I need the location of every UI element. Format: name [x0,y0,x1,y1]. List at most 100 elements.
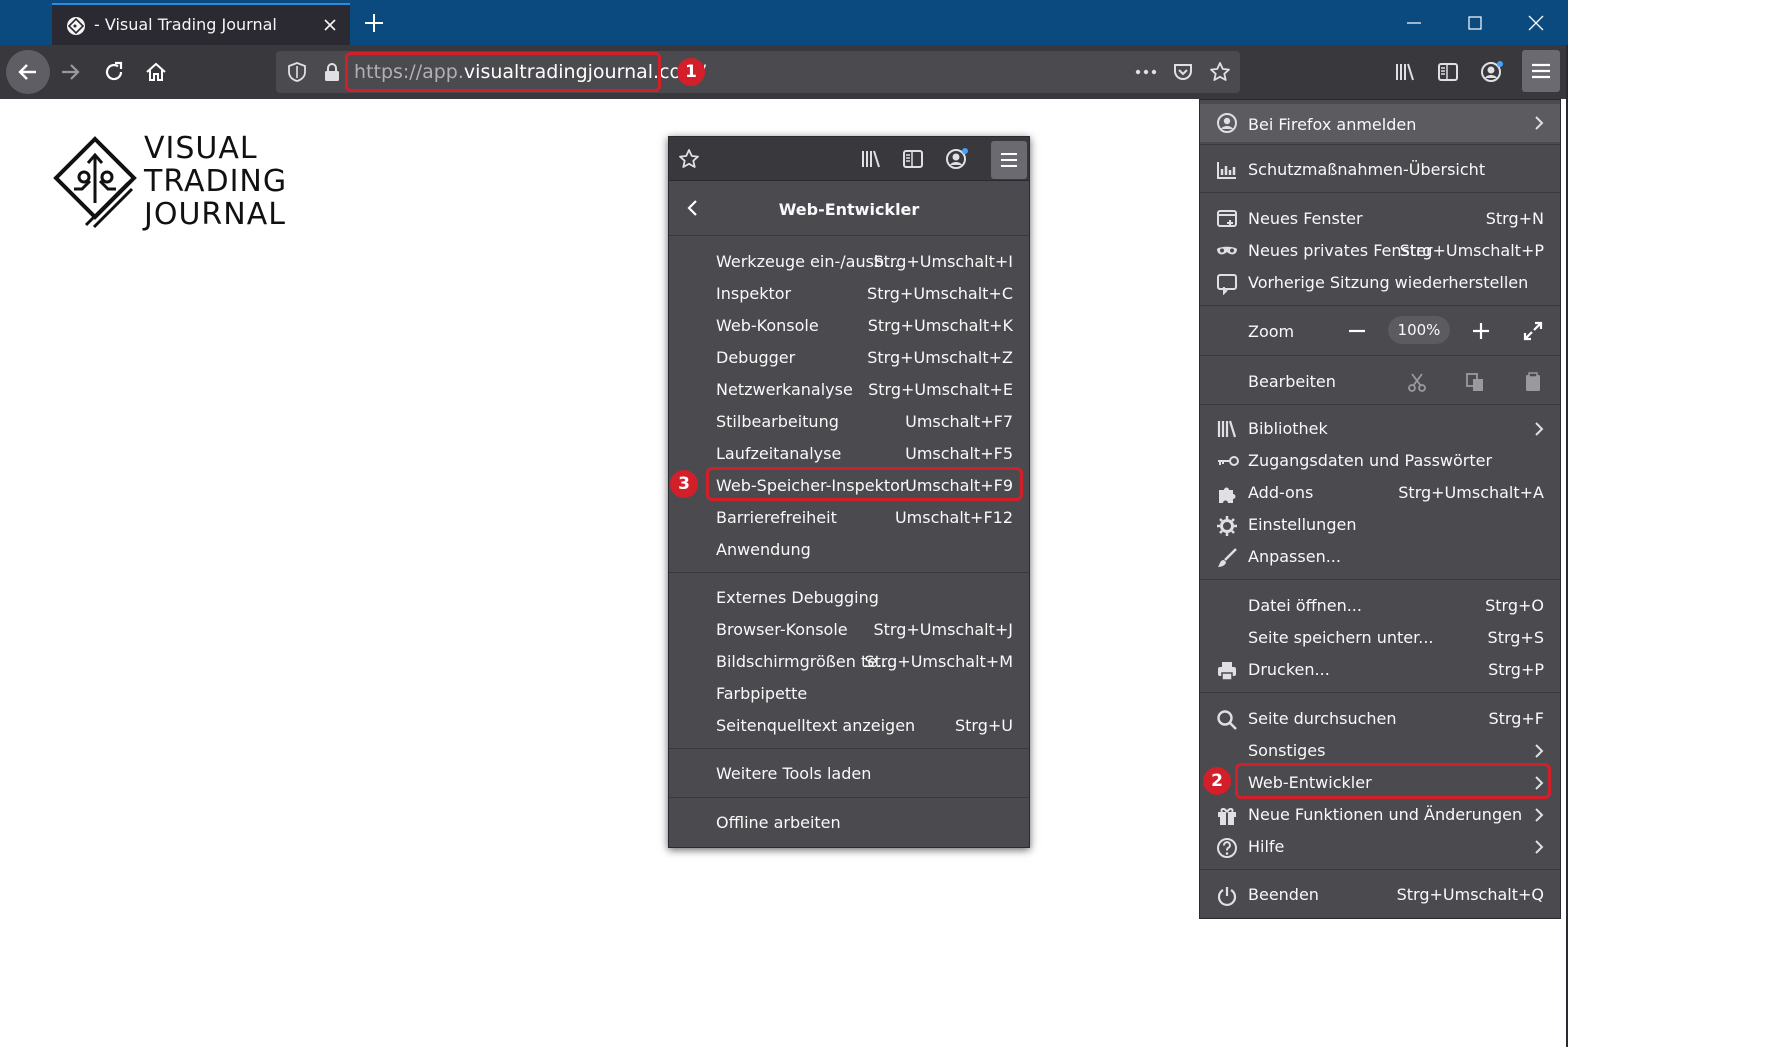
minimize-window-icon[interactable] [1404,13,1424,33]
home-button[interactable] [140,56,172,88]
dev-tool-item[interactable]: Anwendung [669,534,1029,566]
menu-item-label: Hilfe [1248,837,1285,856]
maximize-window-icon[interactable] [1465,13,1485,33]
dev-tool-item[interactable]: Barrierefreiheit Umschalt+F12 [669,502,1029,534]
separator [1200,579,1560,580]
library-icon[interactable] [859,147,883,171]
power-icon [1216,885,1238,907]
menu-item-logins[interactable]: Zugangsdaten und Passwörter [1200,445,1560,477]
pocket-icon[interactable] [1172,61,1194,83]
back-button[interactable] [6,50,50,94]
menu-item-shortcut: Umschalt+F7 [905,412,1013,431]
menu-item-protections[interactable]: Schutzmaßnahmen-Übersicht [1200,154,1560,186]
key-icon [1216,451,1240,471]
menu-item-new-window[interactable]: Neues Fenster Strg+N [1200,203,1560,235]
zoom-out-icon[interactable] [1346,320,1368,342]
menu-item-shortcut: Strg+Umschalt+E [868,380,1013,399]
separator [1200,869,1560,870]
protections-chart-icon [1216,160,1238,180]
menu-item-shortcut: Strg+F [1488,709,1545,728]
panel-header: Web-Entwickler [669,181,1029,235]
menu-item-library[interactable]: Bibliothek [1200,413,1560,445]
menu-item-restore-session[interactable]: Vorherige Sitzung wiederherstellen [1200,267,1560,299]
zoom-in-icon[interactable] [1470,320,1492,342]
menu-item-shortcut: Strg+Umschalt+Q [1396,885,1544,904]
hamburger-menu-icon [999,151,1019,169]
tab-title: - Visual Trading Journal [94,15,277,34]
menu-item-label: Drucken... [1248,660,1330,679]
chevron-right-icon [1532,807,1546,823]
chevron-right-icon [1532,839,1546,855]
tracking-protection-shield-icon[interactable] [286,61,308,83]
dev-tool-item[interactable]: Laufzeitanalyse Umschalt+F5 [669,438,1029,470]
puzzle-piece-icon [1216,483,1238,505]
library-icon[interactable] [1393,60,1417,84]
dev-tool-item[interactable]: Stilbearbeitung Umschalt+F7 [669,406,1029,438]
menu-item-new-private-window[interactable]: Neues privates Fenster Strg+Umschalt+P [1200,235,1560,267]
account-icon [1216,112,1238,134]
menu-item-whats-new[interactable]: Neue Funktionen und Änderungen [1200,799,1560,831]
close-window-icon[interactable] [1526,13,1546,33]
separator [669,797,1029,798]
restore-session-icon [1216,273,1238,295]
sidebar-icon[interactable] [901,147,925,171]
bookmark-star-icon[interactable] [677,147,701,171]
menu-item-print[interactable]: Drucken... Strg+P [1200,654,1560,686]
fullscreen-icon[interactable] [1522,320,1544,342]
zoom-reset-button[interactable]: 100% [1388,316,1450,344]
annotation-badge-1: 1 [677,58,705,86]
menu-item-settings[interactable]: Einstellungen [1200,509,1560,541]
menu-item-label: Farbpipette [716,684,808,703]
menu-item-shortcut: Strg+Umschalt+M [864,652,1013,671]
separator [669,748,1029,749]
dev-tool-extra-item[interactable]: Bildschirmgrößen te... Strg+Umschalt+M [669,646,1029,678]
dev-tool-item[interactable]: Inspektor Strg+Umschalt+C [669,278,1029,310]
url-highlight-box [345,52,661,92]
menu-item-work-offline[interactable]: Offline arbeiten [669,807,1029,839]
menu-item-save-page[interactable]: Seite speichern unter... Strg+S [1200,622,1560,654]
edit-label: Bearbeiten [1248,372,1336,391]
forward-button[interactable] [54,56,86,88]
menu-item-label: Laufzeitanalyse [716,444,842,463]
dev-tool-extra-item[interactable]: Farbpipette [669,678,1029,710]
firefox-account-icon[interactable] [944,146,970,172]
dev-tool-extra-item[interactable]: Externes Debugging [669,582,1029,614]
open-menu-button[interactable] [1522,50,1560,92]
dev-tool-item[interactable]: Web-Konsole Strg+Umschalt+K [669,310,1029,342]
panel-menu-button[interactable] [991,141,1027,179]
page-actions-icon[interactable] [1134,62,1158,82]
printer-icon [1216,660,1238,682]
menu-item-find[interactable]: Seite durchsuchen Strg+F [1200,703,1560,735]
paste-icon[interactable] [1522,371,1544,393]
reload-button[interactable] [98,56,130,88]
menu-item-shortcut: Strg+Umschalt+A [1398,483,1544,502]
menu-item-customize[interactable]: Anpassen... [1200,541,1560,573]
close-tab-icon[interactable] [322,17,338,33]
cut-icon[interactable] [1406,371,1428,393]
menu-item-label: Browser-Konsole [716,620,848,639]
zoom-row: Zoom 100% [1200,312,1560,350]
dev-tool-extra-item[interactable]: Seitenquelltext anzeigen Strg+U [669,710,1029,742]
dev-tool-item[interactable]: Debugger Strg+Umschalt+Z [669,342,1029,374]
dev-tool-extra-item[interactable]: Browser-Konsole Strg+Umschalt+J [669,614,1029,646]
browser-tab[interactable]: - Visual Trading Journal [52,3,350,45]
menu-item-quit[interactable]: Beenden Strg+Umschalt+Q [1200,879,1560,911]
lock-icon[interactable] [322,61,342,83]
bookmark-star-icon[interactable] [1208,60,1232,84]
chevron-right-icon [1532,421,1546,437]
dev-tool-item[interactable]: Werkzeuge ein-/ausb... Strg+Umschalt+I [669,246,1029,278]
menu-item-more-tools[interactable]: Weitere Tools laden [669,758,1029,790]
new-tab-icon[interactable] [362,11,386,35]
menu-item-addons[interactable]: Add-ons Strg+Umschalt+A [1200,477,1560,509]
menu-item-label: Anpassen... [1248,547,1341,566]
firefox-account-icon[interactable] [1479,59,1505,85]
copy-icon[interactable] [1464,371,1486,393]
dev-tool-item[interactable]: Netzwerkanalyse Strg+Umschalt+E [669,374,1029,406]
sidebar-icon[interactable] [1436,60,1460,84]
web-developer-highlight-box [1235,763,1551,799]
menu-item-open-file[interactable]: Datei öffnen... Strg+O [1200,590,1560,622]
menu-item-sign-in[interactable]: Bei Firefox anmelden [1200,104,1560,142]
reload-icon [102,60,126,84]
logo-line-1: VISUAL [144,131,258,166]
menu-item-help[interactable]: Hilfe [1200,831,1560,863]
